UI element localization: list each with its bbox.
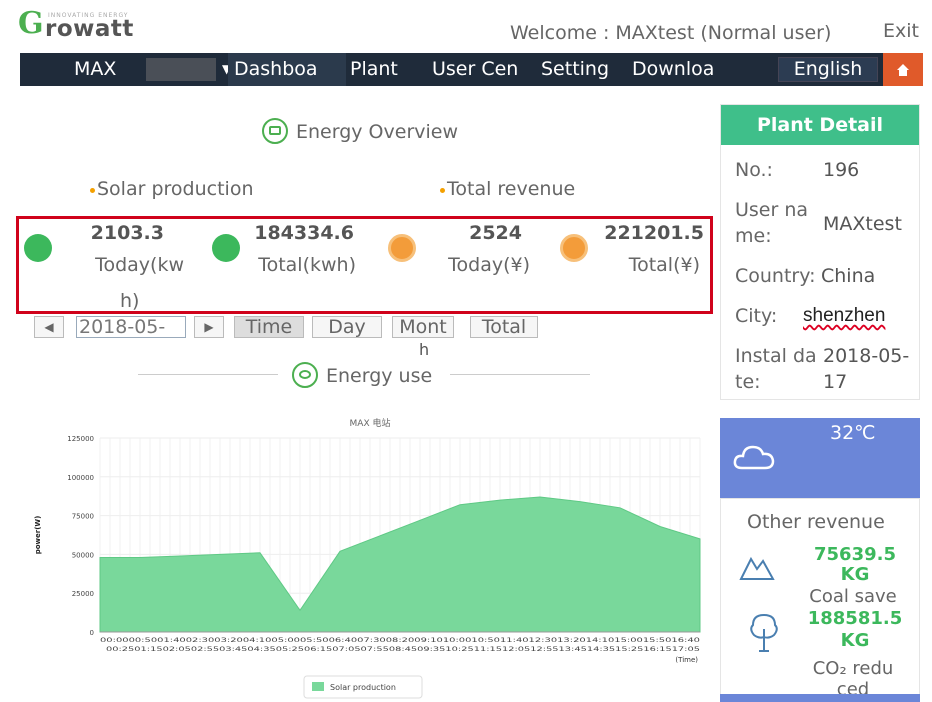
total-revenue-label: Total revenue xyxy=(440,178,575,200)
install-date-key-1: Instal da xyxy=(735,345,817,367)
city-key: City: xyxy=(735,305,778,327)
total-revenue-text: Total revenue xyxy=(447,178,576,200)
user-name-value: MAXtest xyxy=(823,213,902,235)
top-navbar: MAX ▼ Dashboa Plant User Cen Setting Dow… xyxy=(20,53,923,86)
plant-no-key: No.: xyxy=(735,159,773,181)
month-button[interactable]: Mont xyxy=(392,316,454,338)
coal-save-value: 75639.5 xyxy=(814,544,896,565)
legend-label: Solar production xyxy=(330,683,396,692)
y-tick-label: 100000 xyxy=(67,474,94,482)
date-input[interactable]: 2018-05- xyxy=(76,316,186,338)
y-tick-label: 50000 xyxy=(72,551,94,559)
legend-swatch xyxy=(312,682,324,691)
temperature: 32℃ xyxy=(830,422,876,444)
highlight-box xyxy=(16,216,713,314)
user-name-key-2: me: xyxy=(735,225,772,247)
device-select[interactable]: MAX ▼ xyxy=(74,53,244,86)
energy-use-icon xyxy=(292,362,318,388)
redacted-device-name xyxy=(146,58,216,81)
welcome-text: Welcome : MAXtest (Normal user) xyxy=(510,22,832,44)
home-button[interactable] xyxy=(883,53,923,86)
day-button[interactable]: Day xyxy=(312,316,382,338)
solar-production-text: Solar production xyxy=(97,178,254,200)
y-axis-label: power(W) xyxy=(34,516,42,555)
plant-detail-title: Plant Detail xyxy=(721,105,919,145)
plant-no-value: 196 xyxy=(823,159,860,181)
install-date-value-1: 2018-05- xyxy=(823,345,910,367)
bullet-icon xyxy=(90,188,95,193)
energy-use-title-text: Energy use xyxy=(326,365,433,387)
growatt-logo: G INNOVATING ENERGY rowatt xyxy=(18,6,148,46)
energy-overview-title-text: Energy Overview xyxy=(296,121,459,143)
tree-icon xyxy=(750,613,778,652)
y-tick-label: 125000 xyxy=(67,435,94,443)
time-button[interactable]: Time xyxy=(234,316,304,338)
install-date-key-2: te: xyxy=(735,371,761,393)
nav-user-center[interactable]: User Cen xyxy=(432,53,527,86)
next-card-edge xyxy=(720,694,920,702)
other-revenue-title: Other revenue xyxy=(747,511,885,533)
total-button[interactable]: Total xyxy=(470,316,538,338)
co2-reduced-unit: KG xyxy=(840,630,870,651)
divider-left xyxy=(138,374,278,375)
logo-letter: G xyxy=(18,6,44,41)
energy-overview-title: Energy Overview xyxy=(262,118,458,144)
city-value: shenzhen xyxy=(803,305,886,326)
user-name-key-1: User na xyxy=(735,199,809,221)
weather-card: 32℃ xyxy=(720,418,920,498)
chart-title: MAX 电站 xyxy=(350,417,391,429)
coal-save-label: Coal save xyxy=(809,586,897,607)
device-select-label: MAX xyxy=(74,58,117,80)
co2-reduced-label-1: CO₂ redu xyxy=(812,658,894,679)
energy-use-title: Energy use xyxy=(292,362,432,388)
other-revenue-card: Other revenue 75639.5 KG Coal save 18858… xyxy=(720,498,920,702)
install-date-value-2: 17 xyxy=(823,371,848,393)
home-icon-base xyxy=(899,70,907,76)
y-tick-label: 0 xyxy=(90,629,94,637)
nav-plant[interactable]: Plant xyxy=(350,53,430,86)
next-date-button[interactable]: ▶ xyxy=(194,316,224,338)
logo-text: rowatt xyxy=(45,16,134,42)
x-tick-labels-row2: 00:2501:1502:0502:5503:4504:3505:2506:15… xyxy=(106,646,700,653)
language-select[interactable]: English xyxy=(778,57,878,82)
overview-icon xyxy=(262,118,288,144)
nav-setting[interactable]: Setting xyxy=(541,53,636,86)
plant-detail-card: Plant Detail No.: 196 User na me: MAXtes… xyxy=(720,104,920,400)
x-tick-labels-row1: 00:0000:5001:4002:3003:2004:1005:0005:50… xyxy=(100,637,700,644)
divider-right xyxy=(450,374,590,375)
y-tick-label: 75000 xyxy=(72,513,94,521)
energy-chart: MAX 电站 0 25000 50000 75000 100000 125000 power(… xyxy=(34,417,701,699)
nav-download[interactable]: Downloa xyxy=(632,53,727,86)
x-axis-label: (Time) xyxy=(675,656,698,664)
y-tick-label: 25000 xyxy=(72,590,94,598)
cloud-icon xyxy=(733,445,775,470)
exit-link[interactable]: Exit xyxy=(883,20,919,42)
bullet-icon xyxy=(440,188,445,193)
month-overflow: h xyxy=(419,340,430,359)
solar-production-label: Solar production xyxy=(90,178,253,200)
prev-date-button[interactable]: ◀ xyxy=(34,316,64,338)
nav-dashboard[interactable]: Dashboa xyxy=(228,53,346,86)
coal-save-unit: KG xyxy=(840,564,870,585)
coal-icon xyxy=(739,556,775,580)
date-controls: ◀ 2018-05- ▶ Time Day Mont Total xyxy=(34,316,554,338)
country-key: Country: xyxy=(735,265,816,287)
co2-reduced-value: 188581.5 xyxy=(807,608,903,629)
country-value: China xyxy=(821,265,876,287)
